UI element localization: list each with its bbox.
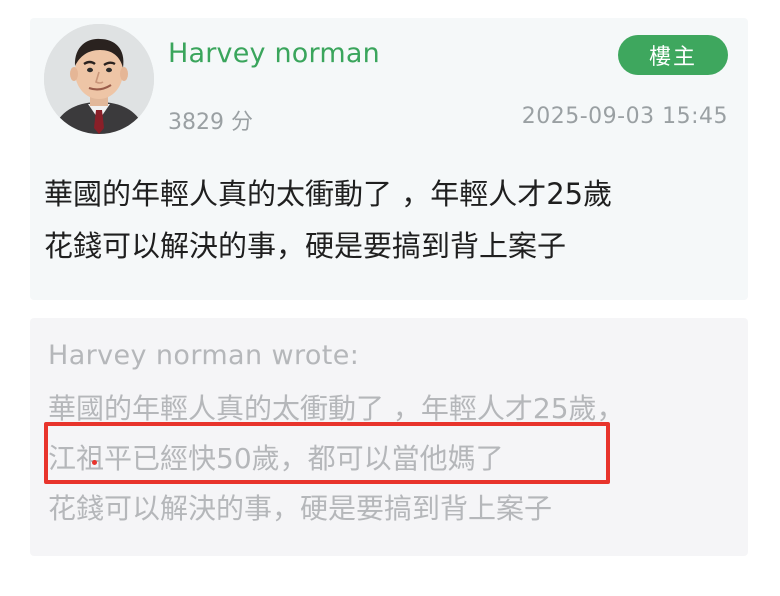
post-body-line: 花錢可以解決的事，硬是要搞到背上案子: [44, 229, 567, 263]
highlight-annotation-box: [44, 422, 610, 484]
annotation-dot: [92, 460, 97, 465]
post-timestamp: 2025-09-03 15:45: [521, 104, 728, 129]
post-username[interactable]: Harvey norman: [168, 38, 380, 69]
op-badge: 樓主: [618, 35, 728, 75]
avatar-portrait-icon: [44, 24, 154, 134]
post-card: Harvey norman 樓主 3829 分 2025-09-03 15:45…: [30, 18, 748, 300]
user-avatar[interactable]: [44, 24, 154, 134]
quote-line: 花錢可以解決的事，硬是要搞到背上案子: [48, 492, 553, 525]
quote-author: Harvey norman wrote:: [48, 340, 360, 371]
user-score: 3829 分: [168, 110, 253, 135]
post-body: 華國的年輕人真的太衝動了 ，年輕人才25歲 花錢可以解決的事，硬是要搞到背上案子: [44, 168, 734, 272]
forum-page: Harvey norman 樓主 3829 分 2025-09-03 15:45…: [0, 0, 780, 596]
post-body-line: 華國的年輕人真的太衝動了 ，年輕人才25歲: [44, 177, 613, 211]
